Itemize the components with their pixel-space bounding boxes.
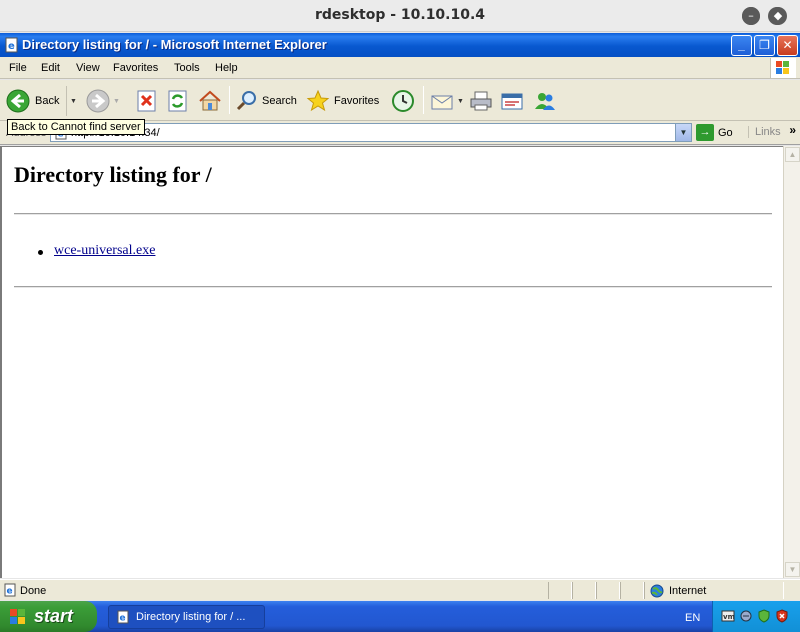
edit-page-icon <box>501 93 523 110</box>
printer-icon <box>470 91 492 111</box>
forward-button[interactable]: ▼ <box>86 86 120 116</box>
page-content: Directory listing for / wce-universal.ex… <box>0 146 783 578</box>
security-shield-icon[interactable] <box>757 609 771 623</box>
minimize-button[interactable]: _ <box>731 35 752 56</box>
search-button[interactable]: Search <box>235 86 297 116</box>
maximize-button[interactable]: ❐ <box>754 35 775 56</box>
toolbar-separator <box>229 86 230 114</box>
file-link[interactable]: wce-universal.exe <box>54 243 155 259</box>
menu-help[interactable]: Help <box>215 62 238 74</box>
menu-edit[interactable]: Edit <box>41 62 60 74</box>
system-tray: vm <box>712 601 800 632</box>
windows-flag-icon <box>770 58 796 78</box>
host-min-button[interactable]: – <box>742 7 760 25</box>
mail-icon <box>431 95 453 110</box>
menu-view[interactable]: View <box>76 62 100 74</box>
search-icon <box>236 91 256 111</box>
back-dropdown[interactable]: ▼ <box>66 86 77 116</box>
messenger-button[interactable] <box>533 86 557 116</box>
go-arrow-icon: → <box>696 124 714 141</box>
refresh-icon <box>168 90 187 112</box>
print-button[interactable] <box>469 86 493 116</box>
ie-page-icon: e <box>117 610 129 624</box>
toolbar-separator <box>423 86 424 114</box>
refresh-button[interactable] <box>166 86 190 116</box>
host-restore-button[interactable]: ◆ <box>769 7 787 25</box>
history-clock-icon <box>392 90 414 112</box>
vmware-tray-icon[interactable]: vm <box>721 609 735 623</box>
forward-arrow-icon <box>86 89 110 113</box>
network-tray-icon[interactable] <box>739 609 753 623</box>
svg-text:e: e <box>120 614 126 624</box>
close-button[interactable]: ✕ <box>777 35 798 56</box>
language-indicator[interactable]: EN <box>685 612 700 624</box>
edit-button[interactable] <box>500 86 524 116</box>
mail-button[interactable]: ▼ <box>430 86 464 116</box>
start-button[interactable]: start <box>0 601 97 632</box>
back-button[interactable]: Back <box>6 86 59 116</box>
taskbar-item-label: Directory listing for / ... <box>136 611 246 623</box>
status-bar: e Done Internet <box>0 579 800 600</box>
menu-tools[interactable]: Tools <box>174 62 200 74</box>
go-label: Go <box>718 126 733 139</box>
page-heading: Directory listing for / <box>14 162 212 187</box>
svg-text:e: e <box>7 587 13 597</box>
svg-text:e: e <box>8 41 15 52</box>
links-toolbar[interactable]: Links <box>748 126 781 138</box>
security-alert-icon[interactable] <box>775 609 789 623</box>
status-panel <box>596 582 620 599</box>
home-button[interactable] <box>198 86 222 116</box>
ie-document-icon: e <box>5 37 18 53</box>
go-button[interactable]: → Go <box>696 124 733 141</box>
windows-logo-icon <box>10 608 25 624</box>
address-input[interactable]: e http://10.10.14.34/ ▼ <box>50 123 692 142</box>
back-label: Back <box>35 95 60 107</box>
start-label: start <box>34 606 74 626</box>
stop-button[interactable] <box>135 86 159 116</box>
back-tooltip: Back to Cannot find server <box>7 119 145 135</box>
favorites-label: Favorites <box>334 95 380 107</box>
menu-bar: File Edit View Favorites Tools Help <box>0 57 800 79</box>
security-zone: Internet <box>650 584 706 598</box>
chevron-right-icon[interactable]: » <box>789 123 796 137</box>
status-panel <box>572 582 596 599</box>
history-button[interactable] <box>391 86 415 116</box>
horizontal-rule <box>14 286 772 288</box>
list-bullet <box>38 250 43 255</box>
host-window-title: rdesktop - 10.10.10.4 <box>314 7 486 23</box>
menu-file[interactable]: File <box>9 62 27 74</box>
scroll-up-button[interactable]: ▲ <box>785 147 800 162</box>
taskbar-ie-window[interactable]: e Directory listing for / ... <box>108 605 265 629</box>
address-dropdown-button[interactable]: ▼ <box>675 124 691 141</box>
status-text: Done <box>20 585 47 597</box>
host-titlebar: rdesktop - 10.10.10.4 – ◆ <box>0 0 800 32</box>
status-panel <box>620 582 644 599</box>
zone-label: Internet <box>669 585 707 597</box>
svg-text:vm: vm <box>723 613 735 621</box>
back-arrow-icon <box>6 89 30 113</box>
status-panel <box>548 582 572 599</box>
scroll-down-button[interactable]: ▼ <box>785 562 800 577</box>
ie-titlebar: e Directory listing for / - Microsoft In… <box>0 33 800 57</box>
horizontal-rule <box>14 213 772 215</box>
messenger-people-icon <box>535 93 555 110</box>
home-icon <box>199 90 221 111</box>
taskbar: start e Directory listing for / ... EN v… <box>0 601 800 632</box>
window-title: Directory listing for / - Microsoft Inte… <box>22 37 327 52</box>
page-done-icon: e <box>4 583 16 597</box>
menu-favorites[interactable]: Favorites <box>113 62 158 74</box>
vertical-scrollbar[interactable]: ▲ ▼ <box>783 146 800 578</box>
search-label: Search <box>262 95 297 107</box>
standard-toolbar: Back ▼ ▼ Search Favorites ▼ <box>0 80 800 121</box>
stop-icon <box>137 90 156 112</box>
favorites-star-icon <box>306 89 330 112</box>
favorites-button[interactable]: Favorites <box>306 86 379 116</box>
globe-icon <box>650 584 664 598</box>
